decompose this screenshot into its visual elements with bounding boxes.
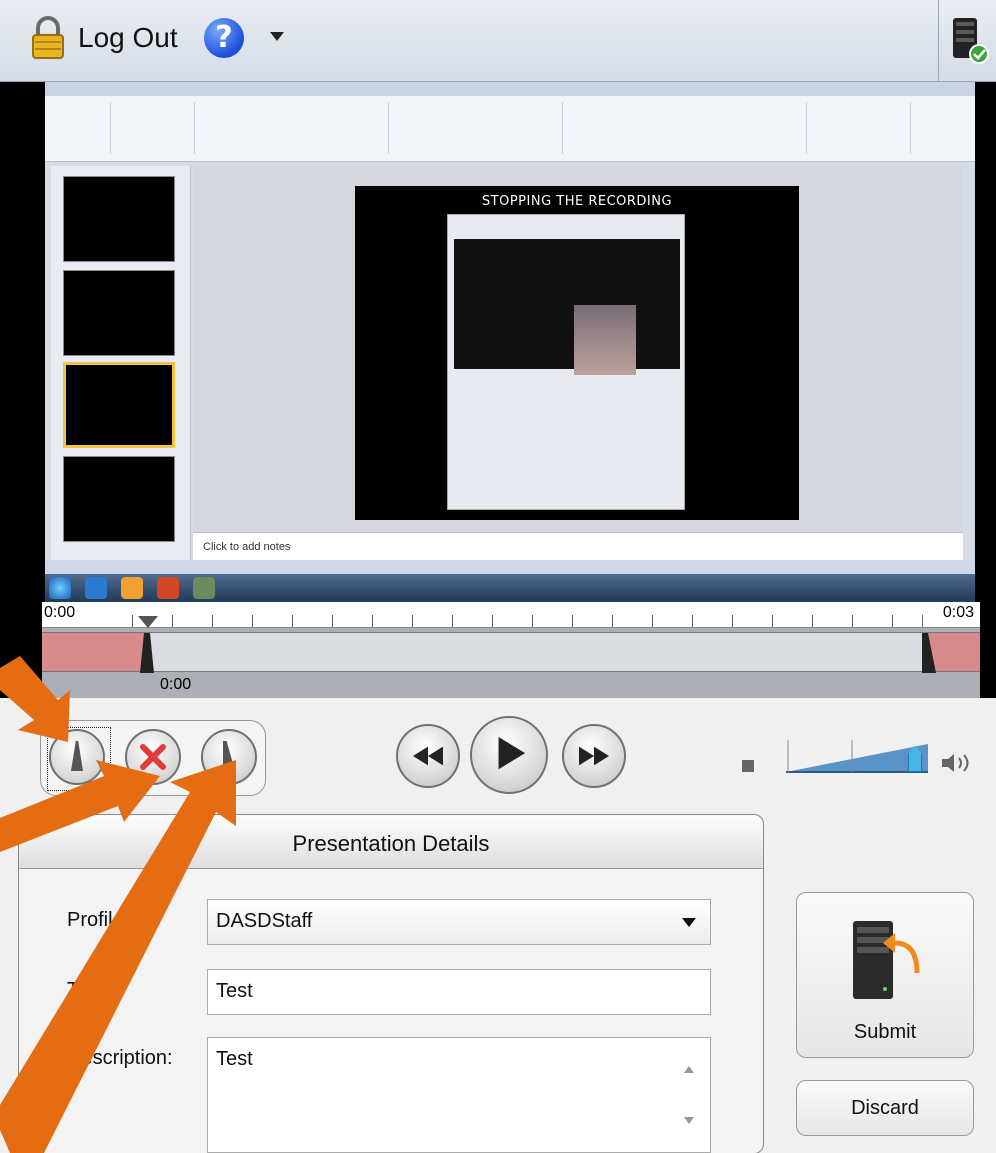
slide-thumbnail (63, 362, 175, 448)
rewind-icon (413, 746, 443, 766)
play-icon (498, 736, 526, 770)
dropdown-caret-icon[interactable] (270, 32, 284, 41)
title-field[interactable]: Test (207, 969, 711, 1015)
volume-slider[interactable] (786, 740, 928, 774)
profile-select[interactable]: DASDStaff (207, 899, 711, 945)
captured-slide: STOPPING THE RECORDING (355, 186, 799, 520)
play-button[interactable] (470, 716, 548, 794)
server-status-area (938, 0, 996, 82)
top-toolbar: Log Out ? (0, 0, 996, 82)
browser-icon (85, 577, 107, 599)
playhead-marker[interactable] (138, 616, 158, 628)
profile-label: Profile: (67, 909, 130, 931)
profile-value: DASDStaff (216, 910, 313, 932)
discard-button[interactable]: Discard (796, 1080, 974, 1136)
slide-thumbnail (63, 176, 175, 262)
captured-status-bar (45, 560, 975, 574)
rewind-button[interactable] (396, 724, 460, 788)
description-label: Description: (67, 1047, 173, 1069)
screen-capture-preview: STOPPING THE RECORDING Click to add note… (45, 82, 975, 602)
chevron-down-icon (682, 918, 696, 927)
title-value: Test (216, 980, 253, 1002)
slide-thumbnails (51, 166, 191, 562)
slide-screenshot (447, 214, 685, 510)
fast-forward-icon (579, 746, 609, 766)
slide-thumbnail (63, 456, 175, 542)
slide-title: STOPPING THE RECORDING (481, 194, 673, 209)
title-label: Title: (67, 979, 110, 1001)
presentation-details-panel: Presentation Details Profile: DASDStaff … (18, 814, 764, 1153)
control-panel: Presentation Details Profile: DASDStaff … (0, 698, 996, 1153)
timeline[interactable]: 0:00 0:03 0:00 (42, 602, 980, 698)
powerpoint-icon (157, 577, 179, 599)
explorer-icon (121, 577, 143, 599)
timeline-end-time: 0:03 (942, 604, 974, 621)
discard-label: Discard (851, 1097, 919, 1119)
start-orb-icon (49, 577, 71, 599)
trim-handle-end[interactable] (922, 633, 936, 673)
app-icon (193, 577, 215, 599)
volume-high-icon (942, 754, 969, 772)
notes-pane: Click to add notes (193, 532, 963, 560)
logout-button[interactable]: Log Out (78, 22, 178, 54)
description-field[interactable]: Test (207, 1037, 711, 1153)
scroll-down-icon[interactable] (684, 1117, 694, 1124)
details-header: Presentation Details (19, 815, 763, 869)
volume-low-icon (742, 760, 754, 772)
captured-ribbon (45, 96, 975, 162)
captured-taskbar (45, 574, 975, 602)
delete-x-icon (140, 744, 166, 770)
timeline-track[interactable] (42, 632, 980, 673)
server-upload-icon (853, 921, 920, 999)
mark-end-button[interactable] (201, 729, 257, 785)
lock-icon[interactable] (30, 16, 66, 60)
edit-tools-group (40, 720, 266, 796)
timeline-current-time: 0:00 (160, 676, 192, 693)
slide-canvas: STOPPING THE RECORDING (193, 166, 963, 532)
server-status-icon[interactable] (939, 0, 996, 82)
submit-button[interactable]: Submit (796, 892, 974, 1058)
submit-label: Submit (853, 1021, 917, 1043)
details-title: Presentation Details (292, 831, 490, 856)
fast-forward-button[interactable] (562, 724, 626, 788)
description-value: Test (216, 1048, 253, 1070)
notes-placeholder: Click to add notes (203, 541, 291, 553)
slide-thumbnail (63, 270, 175, 356)
help-icon[interactable]: ? (204, 18, 244, 58)
mark-end-icon (223, 741, 235, 771)
timeline-ruler[interactable]: 0:00 0:03 (42, 602, 980, 628)
captured-title-bar (45, 82, 975, 96)
trim-region-start (42, 633, 150, 671)
mark-start-button[interactable] (47, 727, 111, 791)
scroll-up-icon[interactable] (684, 1066, 694, 1073)
timeline-start-time: 0:00 (44, 604, 76, 621)
trim-handle-start[interactable] (140, 633, 154, 673)
delete-selection-button[interactable] (125, 729, 181, 785)
